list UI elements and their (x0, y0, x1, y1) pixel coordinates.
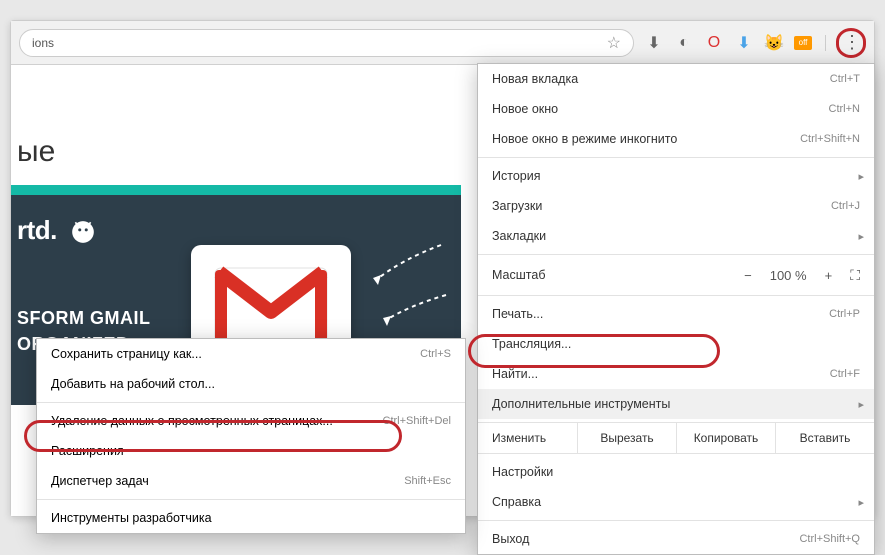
menu-label: Сохранить страницу как... (51, 347, 420, 361)
menu-paste[interactable]: Вставить (776, 423, 874, 453)
menu-find[interactable]: Найти...Ctrl+F (478, 359, 874, 389)
menu-shortcut: Ctrl+T (830, 73, 860, 85)
hero-line-1: SFORM GMAIL (17, 305, 151, 331)
menu-incognito[interactable]: Новое окно в режиме инкогнитоCtrl+Shift+… (478, 124, 874, 154)
zoom-out-button[interactable]: − (744, 268, 752, 283)
hero-brand: rtd. (17, 215, 96, 246)
menu-label: Новое окно (492, 102, 829, 116)
menu-label: История (492, 169, 860, 183)
submenu-save-page[interactable]: Сохранить страницу как...Ctrl+S (37, 339, 465, 369)
menu-shortcut: Ctrl+N (829, 103, 860, 115)
menu-cast[interactable]: Трансляция... (478, 329, 874, 359)
menu-shortcut: Ctrl+S (420, 348, 451, 360)
fullscreen-icon[interactable]: ⛶ (850, 267, 860, 284)
menu-label: Удаление данных о просмотренных страница… (51, 414, 383, 428)
menu-label: Настройки (492, 465, 860, 479)
toolbar: ions ☆ ⬇ ◐ O ⬇ 😺 off ⋮ (11, 21, 874, 65)
menu-button-icon[interactable]: ⋮ (843, 32, 859, 53)
menu-shortcut: Ctrl+Shift+Del (383, 415, 451, 427)
menu-label: Выход (492, 532, 799, 546)
menu-separator (478, 254, 874, 255)
menu-shortcut: Ctrl+J (831, 200, 860, 212)
extension-icon-6[interactable]: off (794, 36, 812, 50)
menu-cut[interactable]: Вырезать (578, 423, 677, 453)
menu-copy[interactable]: Копировать (677, 423, 776, 453)
extension-icon-2[interactable]: ◐ (674, 33, 694, 53)
menu-label: Диспетчер задач (51, 474, 404, 488)
menu-exit[interactable]: ВыходCtrl+Shift+Q (478, 524, 874, 554)
toolbar-extensions: ⬇ ◐ O ⬇ 😺 off ⋮ (644, 28, 866, 58)
menu-settings[interactable]: Настройки (478, 457, 874, 487)
address-bar[interactable]: ions ☆ (19, 29, 634, 57)
menu-label: Новое окно в режиме инкогнито (492, 132, 800, 146)
opera-icon[interactable]: O (704, 33, 724, 53)
menu-shortcut: Ctrl+F (830, 368, 860, 380)
menu-label: Новая вкладка (492, 72, 830, 86)
menu-shortcut: Shift+Esc (404, 475, 451, 487)
menu-separator (478, 157, 874, 158)
menu-label: Справка (492, 495, 860, 509)
zoom-controls: − 100 % + ⛶ (744, 267, 860, 284)
menu-label: Дополнительные инструменты (492, 397, 860, 411)
menu-label: Добавить на рабочий стол... (51, 377, 451, 391)
hero-brand-text: rtd. (17, 215, 57, 245)
menu-new-window[interactable]: Новое окноCtrl+N (478, 94, 874, 124)
menu-more-tools[interactable]: Дополнительные инструменты (478, 389, 874, 419)
menu-shortcut: Ctrl+Shift+N (800, 133, 860, 145)
menu-edit-row: Изменить Вырезать Копировать Вставить (478, 422, 874, 454)
menu-label: Трансляция... (492, 337, 860, 351)
menu-print[interactable]: Печать...Ctrl+P (478, 299, 874, 329)
menu-separator (37, 402, 465, 403)
zoom-in-button[interactable]: + (825, 268, 833, 283)
menu-help[interactable]: Справка (478, 487, 874, 517)
hero-accent-bar (11, 185, 461, 195)
url-text: ions (32, 36, 54, 50)
toolbar-separator (822, 35, 826, 51)
menu-separator (478, 295, 874, 296)
squirrel-icon (70, 219, 96, 245)
menu-shortcut: Ctrl+Shift+Q (799, 533, 860, 545)
menu-separator (478, 520, 874, 521)
extension-icon-1[interactable]: ⬇ (644, 33, 664, 53)
highlight-menu-button: ⋮ (836, 28, 866, 58)
menu-label: Расширения (51, 444, 451, 458)
submenu-dev-tools[interactable]: Инструменты разработчика (37, 503, 465, 533)
submenu-extensions[interactable]: Расширения (37, 436, 465, 466)
menu-new-tab[interactable]: Новая вкладкаCtrl+T (478, 64, 874, 94)
edit-label: Изменить (478, 423, 578, 453)
menu-separator (37, 499, 465, 500)
menu-label: Найти... (492, 367, 830, 381)
star-icon[interactable]: ☆ (607, 33, 621, 53)
menu-label: Закладки (492, 229, 860, 243)
menu-label: Инструменты разработчика (51, 511, 451, 525)
extension-icon-5[interactable]: 😺 (764, 33, 784, 53)
submenu-task-manager[interactable]: Диспетчер задачShift+Esc (37, 466, 465, 496)
menu-label: Загрузки (492, 199, 831, 213)
menu-downloads[interactable]: ЗагрузкиCtrl+J (478, 191, 874, 221)
menu-history[interactable]: История (478, 161, 874, 191)
menu-zoom: Масштаб − 100 % + ⛶ (478, 258, 874, 292)
menu-label: Печать... (492, 307, 829, 321)
page-title-fragment: ые (11, 135, 55, 169)
menu-shortcut: Ctrl+P (829, 308, 860, 320)
submenu-add-desktop[interactable]: Добавить на рабочий стол... (37, 369, 465, 399)
submenu-clear-data[interactable]: Удаление данных о просмотренных страница… (37, 406, 465, 436)
more-tools-submenu: Сохранить страницу как...Ctrl+S Добавить… (36, 338, 466, 534)
menu-bookmarks[interactable]: Закладки (478, 221, 874, 251)
extension-icon-4[interactable]: ⬇ (734, 33, 754, 53)
main-menu: Новая вкладкаCtrl+T Новое окноCtrl+N Нов… (477, 63, 875, 555)
zoom-value: 100 % (770, 268, 807, 283)
zoom-label: Масштаб (492, 268, 744, 282)
